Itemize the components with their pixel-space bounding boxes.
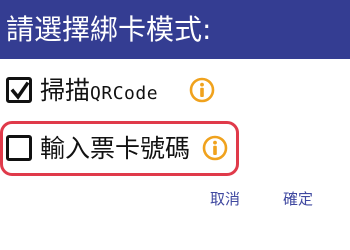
info-icon[interactable] <box>202 135 228 161</box>
checkmark-icon <box>10 81 30 100</box>
option-label-cjk: 掃描 <box>40 75 91 105</box>
checkbox-checked[interactable] <box>6 77 32 103</box>
bind-card-mode-dialog: 請選擇綁卡模式: 掃描QRCode 輸入票卡號碼 取消 確定 <box>0 0 350 250</box>
checkbox-unchecked[interactable] <box>6 135 32 161</box>
option-label-latin: QRCode <box>90 82 159 104</box>
cancel-button[interactable]: 取消 <box>210 187 240 211</box>
dialog-title: 請選擇綁卡模式: <box>0 0 350 59</box>
confirm-button[interactable]: 確定 <box>283 187 313 211</box>
option-label: 輸入票卡號碼 <box>40 133 191 163</box>
option-enter-card-number[interactable]: 輸入票卡號碼 <box>6 128 190 168</box>
option-scan-qrcode[interactable]: 掃描QRCode <box>6 70 158 110</box>
option-label: 掃描QRCode <box>40 78 158 103</box>
info-icon[interactable] <box>189 77 215 103</box>
